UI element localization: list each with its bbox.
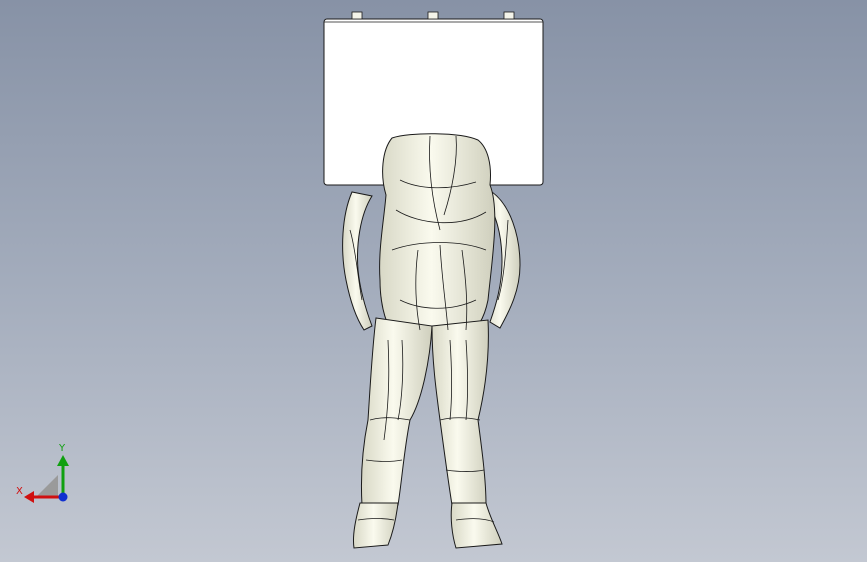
coordinate-triad[interactable] <box>24 455 69 503</box>
left-leg <box>360 317 433 506</box>
torso <box>379 133 496 333</box>
right-leg <box>431 319 489 506</box>
human-figure-model[interactable] <box>342 133 521 549</box>
left-arm <box>342 191 373 331</box>
graphics-viewport[interactable]: X Y <box>0 0 867 562</box>
right-shoe <box>450 502 503 549</box>
triad-x-label: X <box>16 486 23 497</box>
3d-model-canvas[interactable] <box>0 0 867 562</box>
left-shoe <box>353 502 399 549</box>
triad-y-label: Y <box>59 443 66 454</box>
